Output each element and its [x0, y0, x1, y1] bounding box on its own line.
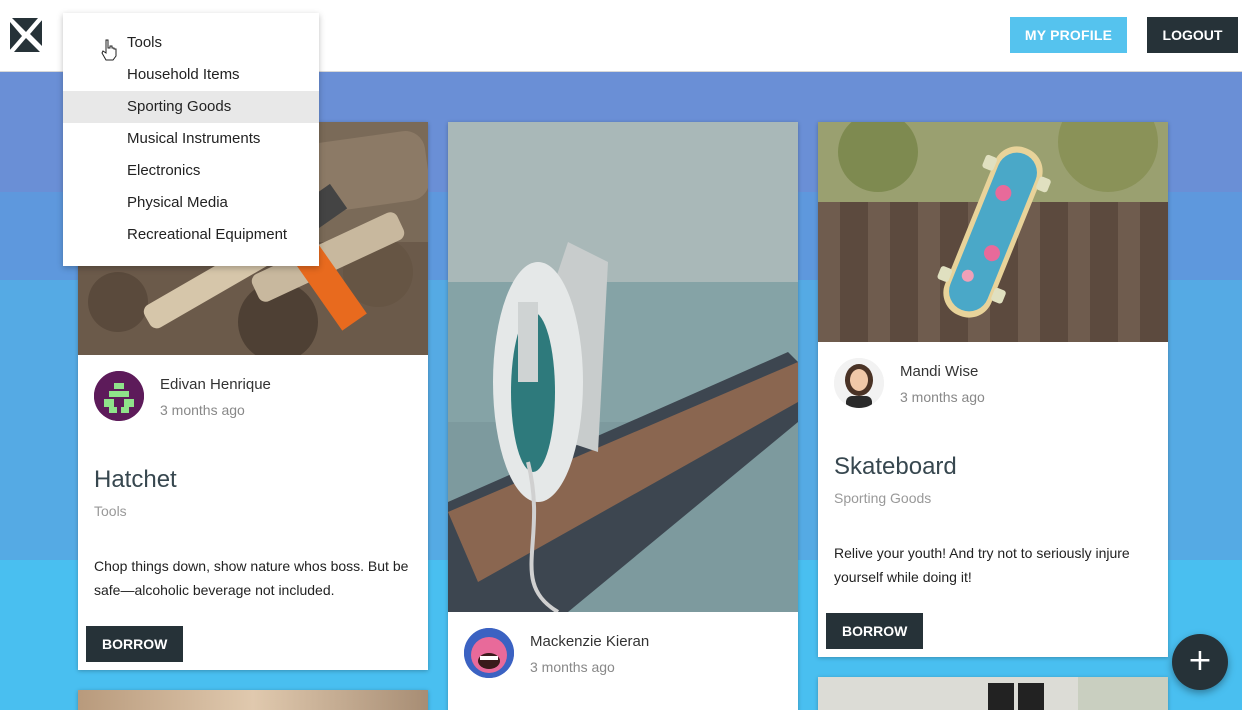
item-title: Hatchet [94, 466, 177, 493]
item-title: Skateboard [834, 453, 957, 480]
menu-item-recreational-equipment[interactable]: Recreational Equipment [63, 219, 319, 251]
x-logo-icon[interactable] [8, 16, 44, 54]
posted-time: 3 months ago [530, 659, 615, 675]
menu-item-physical-media[interactable]: Physical Media [63, 187, 319, 219]
add-item-button[interactable]: + [1172, 634, 1228, 690]
item-description: Relive your youth! And try not to seriou… [834, 545, 1130, 585]
item-photo [78, 690, 428, 710]
menu-item-household-items[interactable]: Household Items [63, 59, 319, 91]
my-profile-button[interactable]: MY PROFILE [1010, 17, 1127, 53]
item-description: Chop things down, show nature whos boss.… [94, 558, 409, 598]
posted-time: 3 months ago [160, 402, 245, 418]
owner-name: Mackenzie Kieran [530, 633, 650, 650]
logout-button[interactable]: LOGOUT [1147, 17, 1238, 53]
item-category: Sporting Goods [834, 490, 932, 506]
posted-time: 3 months ago [900, 389, 985, 405]
item-card-partial [818, 677, 1168, 710]
plus-icon: + [1187, 643, 1213, 678]
hand-cursor-icon [100, 39, 118, 61]
item-card-partial [78, 690, 428, 710]
owner-name: Edivan Henrique [160, 376, 271, 393]
item-card-skateboard: Mandi Wise 3 months ago Skateboard Sport… [818, 122, 1168, 657]
menu-item-sporting-goods[interactable]: Sporting Goods [63, 91, 319, 123]
item-category: Tools [94, 503, 127, 519]
menu-item-electronics[interactable]: Electronics [63, 155, 319, 187]
menu-item-musical-instruments[interactable]: Musical Instruments [63, 123, 319, 155]
borrow-button[interactable]: BORROW [86, 626, 184, 662]
borrow-button[interactable]: BORROW [826, 613, 924, 649]
iron-photo [448, 122, 798, 612]
item-photo [818, 677, 1168, 710]
avatar[interactable] [94, 371, 144, 421]
owner-name: Mandi Wise [900, 363, 979, 380]
avatar[interactable] [834, 358, 884, 408]
skateboard-photo [818, 122, 1168, 342]
item-card-iron: Mackenzie Kieran 3 months ago [448, 122, 798, 710]
avatar[interactable] [464, 628, 514, 678]
